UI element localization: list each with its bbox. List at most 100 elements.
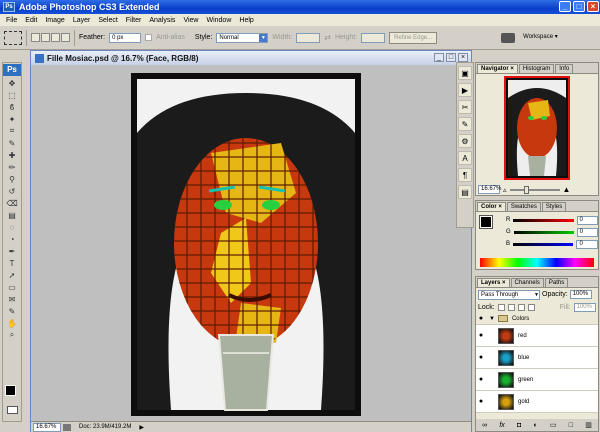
eye-icon[interactable]: ● [476,332,486,339]
eyedropper-icon[interactable]: ✎ [4,138,20,148]
green-value-field[interactable]: 0 [576,227,598,237]
actions-icon[interactable]: ▶ [458,83,472,97]
tab-info[interactable]: Info [555,64,574,73]
navigator-zoom-field[interactable]: 16.67% [478,185,501,194]
tools-preset-icon[interactable]: ✂ [458,100,472,114]
brushes-icon[interactable]: ✎ [458,117,472,131]
clone-source-icon[interactable]: ⚙ [458,134,472,148]
foreground-color-swatch[interactable] [5,385,16,396]
marquee-icon[interactable]: ⬚ [4,90,20,100]
maximize-button[interactable]: □ [573,1,585,12]
brush-icon[interactable]: ✏ [4,162,20,172]
menu-window[interactable]: Window [202,17,235,24]
dodge-icon[interactable]: ◔ [4,234,20,244]
width-input[interactable] [296,32,321,43]
type-icon[interactable]: T [4,258,20,268]
refine-edge-button[interactable]: Refine Edge... [389,31,438,44]
menu-image[interactable]: Image [41,17,68,24]
new-group-icon[interactable]: ▭ [550,421,557,429]
paragraph-icon[interactable]: ¶ [458,168,472,182]
history-icon[interactable]: ▣ [458,66,472,80]
eye-icon[interactable]: ● [476,315,486,322]
close-button[interactable]: × [587,1,599,12]
menu-select[interactable]: Select [94,17,121,24]
document-canvas[interactable] [131,73,361,416]
blue-slider[interactable] [513,242,574,246]
eye-icon[interactable]: ● [476,376,486,383]
opacity-field[interactable]: 100% [569,290,592,299]
red-value-field[interactable]: 0 [576,215,598,225]
swap-icon[interactable]: ⇄ [324,33,331,42]
character-icon[interactable]: A [458,151,472,165]
height-input[interactable] [361,32,386,43]
layer-group-row[interactable]: ● ▼ Colors [476,313,598,325]
healing-icon[interactable]: ✚ [4,150,20,160]
lock-all-icon[interactable] [527,303,535,311]
magic-wand-icon[interactable]: ✦ [4,114,20,124]
bridge-icon[interactable] [501,32,516,43]
blend-mode-select[interactable]: Pass Through ▼ [478,289,540,300]
menu-help[interactable]: Help [235,17,257,24]
layer-comps-icon[interactable]: ▤ [458,185,472,199]
adjustment-icon[interactable]: ◐ [533,422,537,429]
path-select-icon[interactable]: ➚ [4,270,20,280]
lock-position-icon[interactable] [517,303,525,311]
eye-icon[interactable]: ● [476,354,486,361]
move-icon[interactable]: ✥ [4,78,20,88]
crop-icon[interactable]: ⌗ [4,126,20,136]
tab-channels[interactable]: Channels [510,278,544,287]
gradient-icon[interactable]: ▤ [4,210,20,220]
link-icon[interactable]: ∞ [482,422,487,429]
hand-icon[interactable]: ✋ [4,318,20,328]
disclosure-triangle-icon[interactable]: ▼ [489,316,495,322]
tab-paths[interactable]: Paths [544,278,569,287]
marquee-preset-icon[interactable] [4,30,22,45]
fill-field[interactable]: 100% [573,302,596,312]
menu-view[interactable]: View [179,17,202,24]
menu-edit[interactable]: Edit [21,17,41,24]
navigator-preview[interactable] [504,76,570,180]
canvas-area[interactable] [31,65,471,421]
feather-input[interactable]: 0 px [109,32,142,43]
lasso-icon[interactable]: ϐ [4,102,20,112]
workspace-button[interactable]: Workspace ▾ [519,32,562,44]
quick-mask-icon[interactable] [7,406,18,414]
doc-close-button[interactable]: × [458,53,468,62]
zoom-in-icon[interactable]: ▲ [563,185,571,194]
layer-row[interactable]: ● green [476,369,598,391]
tab-color[interactable]: Color × [477,202,506,211]
color-spectrum-bar[interactable] [480,258,594,267]
red-slider[interactable] [513,218,574,222]
lock-transparency-icon[interactable] [497,303,505,311]
layer-row[interactable]: ● red [476,325,598,347]
tab-navigator[interactable]: Navigator × [477,64,518,73]
tab-styles[interactable]: Styles [541,202,567,211]
tab-swatches[interactable]: Swatches [506,202,541,211]
history-brush-icon[interactable]: ↺ [4,186,20,196]
tab-histogram[interactable]: Histogram [518,64,555,73]
menu-filter[interactable]: Filter [122,17,146,24]
antialias-checkbox[interactable] [145,34,153,41]
fx-icon[interactable]: fx [499,422,504,429]
layer-row[interactable]: ● gold [476,391,598,413]
lock-pixels-icon[interactable] [507,303,515,311]
eye-icon[interactable]: ● [476,398,486,405]
zoom-icon[interactable]: ⌕ [4,330,20,340]
style-select[interactable]: Normal ▼ [216,32,269,43]
zoom-field[interactable]: 16.67% [33,422,61,432]
stamp-icon[interactable]: ⚲ [4,174,20,184]
notes-icon[interactable]: ✉ [4,294,20,304]
new-layer-icon[interactable]: □ [569,422,573,429]
doc-maximize-button[interactable]: □ [446,53,456,62]
shape-icon[interactable]: ▭ [4,282,20,292]
zoom-out-icon[interactable]: ▵ [503,186,507,194]
menu-analysis[interactable]: Analysis [145,17,179,24]
pen-icon[interactable]: ✒ [4,246,20,256]
status-menu-arrow-icon[interactable]: ▶ [139,424,144,431]
layer-row[interactable]: ● blue [476,347,598,369]
eyedropper2-icon[interactable]: ✎ [4,306,20,316]
doc-minimize-button[interactable]: _ [434,53,444,62]
zoom-slider[interactable] [509,185,560,194]
eraser-icon[interactable]: ⌫ [4,198,20,208]
menu-layer[interactable]: Layer [69,17,95,24]
